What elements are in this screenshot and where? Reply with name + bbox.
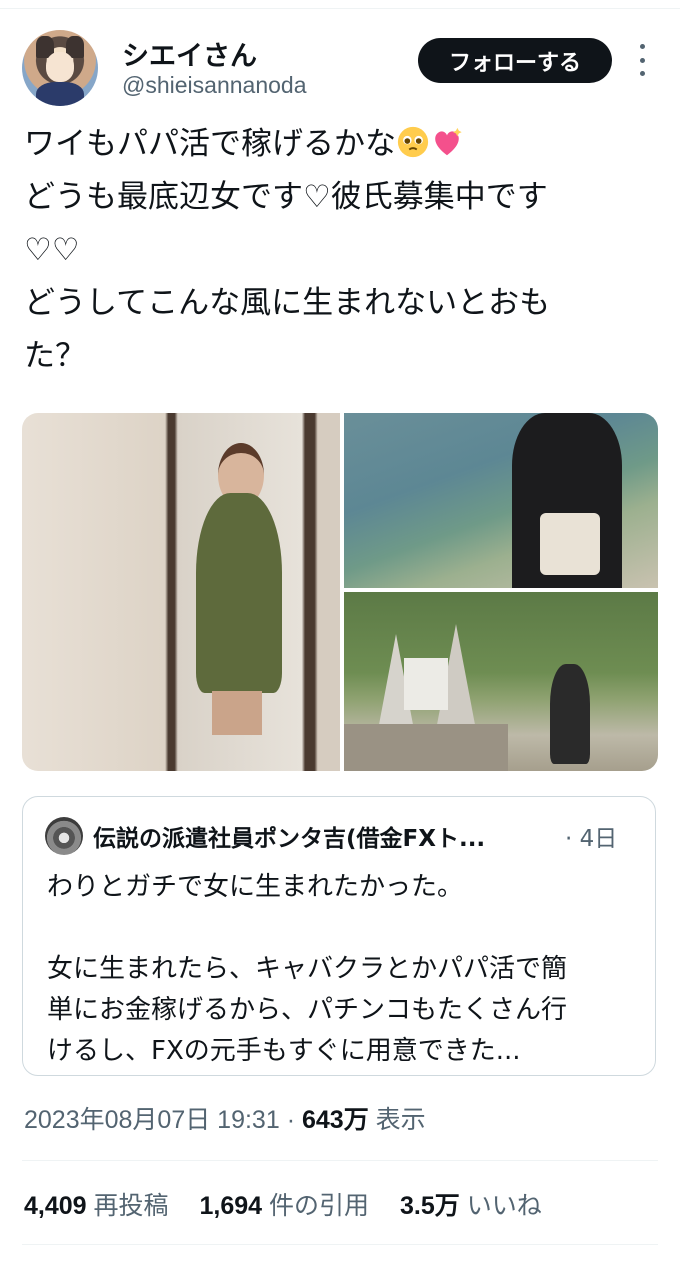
quoted-text: わりとガチで女に生まれたかった。 女に生まれたら、キャバクラとかパパ活で簡 単に… <box>47 872 568 1066</box>
follow-button[interactable]: フォローする <box>418 38 612 83</box>
top-divider <box>0 0 680 9</box>
views-label: 表示 <box>375 1106 426 1134</box>
media-grid[interactable] <box>22 413 658 771</box>
likes-label[interactable]: いいね <box>467 1192 542 1220</box>
quoted-author-avatar[interactable] <box>45 817 83 855</box>
tweet-datetime[interactable]: 2023年08月07日 19:31 <box>24 1106 280 1134</box>
sparkling-heart-icon <box>435 127 462 156</box>
views-count: 643万 <box>301 1106 369 1134</box>
pleading-face-icon <box>397 126 429 158</box>
reposts-label[interactable]: 再投稿 <box>94 1192 169 1220</box>
tweet-text-rest: どうも最底辺女です♡彼氏募集中です ♡♡ どうしてこんな風に生まれないとおも た… <box>24 179 551 374</box>
photo-park-monument[interactable] <box>344 592 658 771</box>
quoted-author-name: 伝説の派遣社員ポンタ吉(借金FXト... <box>93 826 486 852</box>
more-options-icon[interactable] <box>630 44 654 76</box>
tweet-meta: 2023年08月07日 19:31 · 643万 表示 <box>24 1100 426 1136</box>
engagement-stats: 4,409 再投稿 1,694 件の引用 3.5万 いいね <box>24 1186 566 1222</box>
photo-fishing-by-lake[interactable] <box>344 413 658 588</box>
divider <box>22 1244 658 1245</box>
author-name[interactable]: シエイさん <box>122 34 257 73</box>
photo-mirror-selfie[interactable] <box>22 413 340 771</box>
author-avatar[interactable] <box>22 30 98 106</box>
quoted-tweet[interactable]: 伝説の派遣社員ポンタ吉(借金FXト... · 4日 わりとガチで女に生まれたかっ… <box>22 796 656 1076</box>
quotes-label[interactable]: 件の引用 <box>269 1192 369 1220</box>
divider <box>22 1160 658 1161</box>
author-handle[interactable]: @shieisannanoda <box>122 72 306 99</box>
tweet-text: ワイもパパ活で稼げるかな どうも最底辺女です♡彼氏募集中です ♡♡ どうしてこん… <box>24 118 644 383</box>
quoted-timestamp: · 4日 <box>565 826 618 852</box>
tweet-text-line1: ワイもパパ活で稼げるかな <box>24 126 396 162</box>
reposts-count[interactable]: 4,409 <box>24 1192 87 1220</box>
likes-count[interactable]: 3.5万 <box>400 1192 460 1220</box>
quotes-count[interactable]: 1,694 <box>199 1192 262 1220</box>
meta-separator: · <box>286 1106 296 1134</box>
